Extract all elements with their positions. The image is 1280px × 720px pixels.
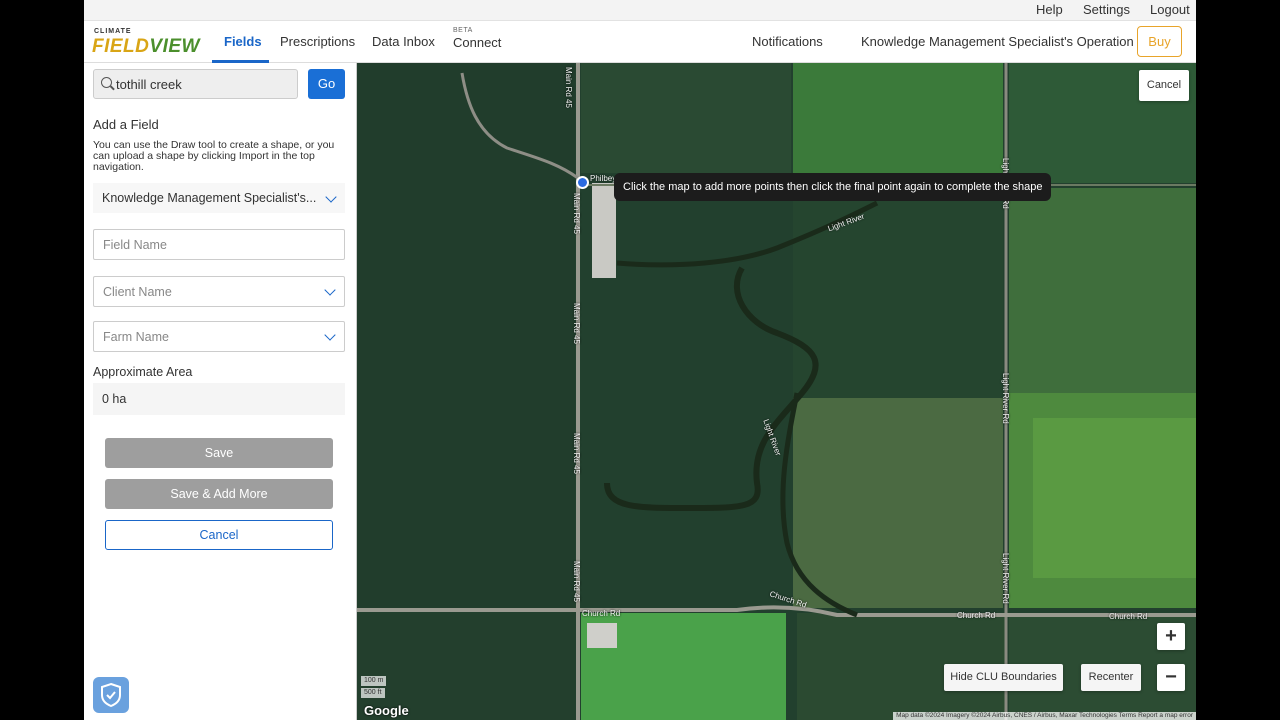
- zoom-in-button[interactable]: +: [1157, 623, 1185, 650]
- cancel-button[interactable]: Cancel: [105, 520, 333, 550]
- help-link[interactable]: Help: [1036, 2, 1063, 17]
- fieldview-logo[interactable]: CLIMATE FIELDVIEW: [90, 27, 202, 57]
- scale-meters: 100 m: [361, 676, 387, 686]
- utility-bar: Help Settings Logout: [84, 0, 1196, 21]
- map-attribution[interactable]: Map data ©2024 Imagery ©2024 Airbus, CNE…: [893, 712, 1196, 720]
- field-name-input[interactable]: Field Name: [93, 229, 345, 260]
- road-label: Light River Rd: [1001, 373, 1010, 424]
- go-button[interactable]: Go: [308, 69, 345, 99]
- satellite-map[interactable]: Main Rd 45 Main Rd 45 Main Rd 45 Main Rd…: [357, 63, 1196, 720]
- top-navigation: CLIMATE FIELDVIEW Fields Prescriptions D…: [84, 21, 1196, 63]
- operation-name: Knowledge Management Specialist's Operat…: [861, 34, 1134, 49]
- tab-prescriptions[interactable]: Prescriptions: [280, 34, 355, 49]
- chevron-down-icon: [325, 191, 337, 203]
- hide-clu-boundaries-button[interactable]: Hide CLU Boundaries: [944, 664, 1063, 691]
- app-window: Help Settings Logout CLIMATE FIELDVIEW F…: [84, 0, 1196, 720]
- road-label: Main Rd 45: [572, 303, 581, 344]
- operation-select[interactable]: Knowledge Management Specialist's...: [93, 183, 345, 213]
- search-value: tothill creek: [116, 77, 182, 92]
- road-label: Church Rd: [582, 609, 621, 618]
- area-label: Approximate Area: [93, 365, 193, 379]
- scale-feet: 500 ft: [361, 688, 385, 698]
- client-name-placeholder: Client Name: [103, 285, 172, 299]
- map-imagery: [357, 63, 1196, 720]
- search-icon: [101, 77, 112, 88]
- map-cancel-button[interactable]: Cancel: [1139, 70, 1189, 101]
- road-label: Church Rd: [1109, 612, 1148, 621]
- logout-link[interactable]: Logout: [1150, 2, 1190, 17]
- tab-connect[interactable]: Connect: [453, 35, 501, 50]
- road-label: Main Rd 45: [572, 193, 581, 234]
- road-label: Main Rd 45: [572, 561, 581, 602]
- road-label: Main Rd 45: [564, 67, 573, 108]
- client-name-select[interactable]: Client Name: [93, 276, 345, 307]
- chevron-down-icon: [324, 284, 336, 296]
- zoom-out-button[interactable]: −: [1157, 664, 1185, 691]
- farm-name-placeholder: Farm Name: [103, 330, 169, 344]
- area-value: 0 ha: [93, 383, 345, 415]
- settings-link[interactable]: Settings: [1083, 2, 1130, 17]
- road-label: Church Rd: [957, 611, 996, 620]
- logo-view-part: VIEW: [149, 36, 200, 57]
- draw-instruction-tooltip: Click the map to add more points then cl…: [614, 173, 1052, 201]
- road-label: Light River Rd: [1001, 553, 1010, 604]
- logo-climate-text: CLIMATE: [94, 28, 132, 35]
- beta-badge: BETA: [453, 27, 473, 34]
- road-label: Philbey: [590, 174, 617, 183]
- logo-field-part: FIELD: [92, 36, 150, 57]
- save-button[interactable]: Save: [105, 438, 333, 468]
- road-label: Main Rd 45: [572, 433, 581, 474]
- buy-button[interactable]: Buy: [1137, 26, 1182, 57]
- google-logo: Google: [364, 703, 409, 718]
- recenter-button[interactable]: Recenter: [1081, 664, 1141, 691]
- save-add-more-button[interactable]: Save & Add More: [105, 479, 333, 509]
- logo-fieldview-text: FIELDVIEW: [92, 36, 200, 58]
- add-field-panel: tothill creek Go Add a Field You can use…: [84, 63, 357, 720]
- chevron-down-icon: [324, 329, 336, 341]
- farm-name-select[interactable]: Farm Name: [93, 321, 345, 352]
- search-input[interactable]: tothill creek: [93, 69, 298, 99]
- tab-fields[interactable]: Fields: [224, 34, 262, 49]
- operation-dropdown[interactable]: Knowledge Management Specialist's Operat…: [861, 34, 1147, 49]
- tab-data-inbox[interactable]: Data Inbox: [372, 34, 435, 49]
- notifications-link[interactable]: Notifications: [752, 34, 823, 49]
- shield-icon[interactable]: [93, 677, 129, 713]
- help-text: You can use the Draw tool to create a sh…: [93, 139, 335, 173]
- operation-select-value: Knowledge Management Specialist's...: [102, 191, 317, 205]
- drawn-vertex-marker[interactable]: [576, 176, 589, 189]
- section-title: Add a Field: [93, 117, 159, 132]
